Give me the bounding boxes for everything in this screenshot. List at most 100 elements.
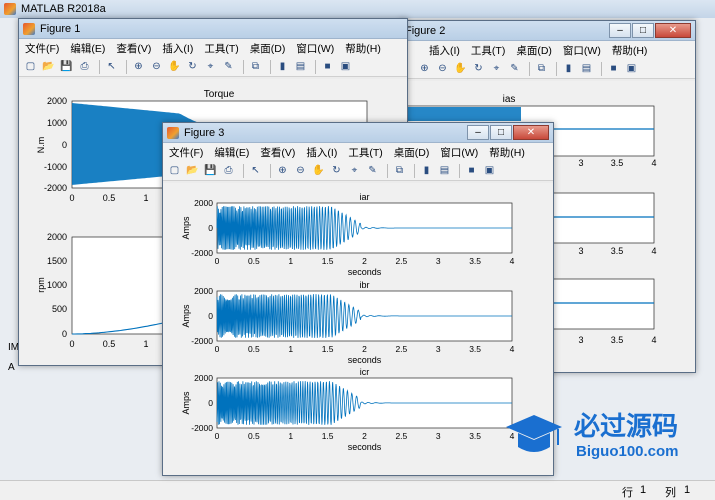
zoom-out-icon[interactable]: ⊖: [293, 163, 308, 178]
edit-plot-icon[interactable]: ↖: [248, 163, 263, 178]
xtick: 0: [69, 193, 74, 203]
side-text-a: A: [8, 362, 15, 373]
watermark-text-cn: 必过源码: [574, 411, 678, 441]
row-value: 1: [640, 484, 647, 496]
ytick: 0: [208, 398, 213, 408]
hide-tools-icon[interactable]: ■: [320, 59, 335, 74]
menu-view[interactable]: 查看(V): [116, 41, 151, 56]
figure-1-toolbar: ▢ 📂 💾 ⎙ ↖ ⊕ ⊖ ✋ ↻ ⌖ ✎ ⧉ ▮ ▤ ■ ▣: [19, 57, 407, 77]
show-tools-icon[interactable]: ▣: [338, 59, 353, 74]
hide-tools-icon[interactable]: ■: [606, 61, 621, 76]
colorbar-icon[interactable]: ▮: [419, 163, 434, 178]
link-plot-icon[interactable]: ⧉: [248, 59, 263, 74]
menu-insert[interactable]: 插入(I): [306, 145, 337, 160]
brush-icon[interactable]: ✎: [365, 163, 380, 178]
minimize-button[interactable]: ‒: [467, 125, 489, 140]
zoom-in-icon[interactable]: ⊕: [275, 163, 290, 178]
colorbar-icon[interactable]: ▮: [275, 59, 290, 74]
open-icon[interactable]: 📂: [185, 163, 200, 178]
menu-tools[interactable]: 工具(T): [471, 43, 505, 58]
pan-icon[interactable]: ✋: [311, 163, 326, 178]
xtick: 3: [578, 246, 583, 256]
menu-insert[interactable]: 插入(I): [162, 41, 193, 56]
figure-icon: [167, 126, 179, 139]
save-icon[interactable]: 💾: [203, 163, 218, 178]
figure-1-titlebar[interactable]: Figure 1: [19, 19, 407, 39]
xlabel: seconds: [348, 267, 382, 277]
menu-file[interactable]: 文件(F): [169, 145, 203, 160]
zoom-out-icon[interactable]: ⊖: [435, 61, 450, 76]
data-cursor-icon[interactable]: ⌖: [203, 59, 218, 74]
menu-view[interactable]: 查看(V): [260, 145, 295, 160]
link-plot-icon[interactable]: ⧉: [392, 163, 407, 178]
menu-help[interactable]: 帮助(H): [612, 43, 648, 58]
menu-insert[interactable]: 插入(I): [429, 43, 460, 58]
print-icon[interactable]: ⎙: [77, 59, 92, 74]
xtick: 3: [436, 431, 441, 441]
menu-file[interactable]: 文件(F): [25, 41, 59, 56]
menu-edit[interactable]: 编辑(E): [70, 41, 105, 56]
figure-2-titlebar[interactable]: Figure 2 ‒ □ ✕: [401, 21, 695, 41]
maximize-button[interactable]: □: [632, 23, 654, 38]
menu-window[interactable]: 窗口(W): [563, 43, 601, 58]
menu-desktop[interactable]: 桌面(D): [250, 41, 286, 56]
xtick: 3.5: [469, 256, 481, 266]
new-figure-icon[interactable]: ▢: [23, 59, 38, 74]
legend-icon[interactable]: ▤: [579, 61, 594, 76]
figure-3-toolbar: ▢ 📂 💾 ⎙ ↖ ⊕ ⊖ ✋ ↻ ⌖ ✎ ⧉ ▮ ▤ ■ ▣: [163, 161, 553, 181]
menu-help[interactable]: 帮助(H): [345, 41, 381, 56]
print-icon[interactable]: ⎙: [221, 163, 236, 178]
menu-desktop[interactable]: 桌面(D): [516, 43, 552, 58]
figure-3-plot-area: iar 2000 0 -2000 Amps 0 0.5 1 1.5 2 2.5 3 3.5 4 second…: [163, 183, 553, 475]
xtick: 3: [436, 344, 441, 354]
colorbar-icon[interactable]: ▮: [561, 61, 576, 76]
open-icon[interactable]: 📂: [41, 59, 56, 74]
legend-icon[interactable]: ▤: [293, 59, 308, 74]
link-plot-icon[interactable]: ⧉: [534, 61, 549, 76]
pan-icon[interactable]: ✋: [453, 61, 468, 76]
rotate-icon[interactable]: ↻: [185, 59, 200, 74]
close-button[interactable]: ✕: [655, 23, 691, 38]
figure-3-window[interactable]: Figure 3 ‒ □ ✕ 文件(F) 编辑(E) 查看(V) 插入(I) 工…: [162, 122, 554, 476]
edit-plot-icon[interactable]: ↖: [104, 59, 119, 74]
new-figure-icon[interactable]: ▢: [167, 163, 182, 178]
zoom-in-icon[interactable]: ⊕: [417, 61, 432, 76]
zoom-out-icon[interactable]: ⊖: [149, 59, 164, 74]
menu-desktop[interactable]: 桌面(D): [394, 145, 430, 160]
data-cursor-icon[interactable]: ⌖: [347, 163, 362, 178]
brush-icon[interactable]: ✎: [221, 59, 236, 74]
pan-icon[interactable]: ✋: [167, 59, 182, 74]
ytick: -2000: [191, 248, 213, 258]
hide-tools-icon[interactable]: ■: [464, 163, 479, 178]
menu-window[interactable]: 窗口(W): [440, 145, 478, 160]
rotate-icon[interactable]: ↻: [329, 163, 344, 178]
menu-edit[interactable]: 编辑(E): [214, 145, 249, 160]
ylabel: Amps: [181, 216, 191, 240]
brush-icon[interactable]: ✎: [507, 61, 522, 76]
zoom-in-icon[interactable]: ⊕: [131, 59, 146, 74]
ytick: 0: [62, 140, 67, 150]
save-icon[interactable]: 💾: [59, 59, 74, 74]
ylabel: N.m: [36, 137, 46, 154]
ytick: 1000: [47, 118, 67, 128]
menu-window[interactable]: 窗口(W): [296, 41, 334, 56]
xlabel: seconds: [348, 442, 382, 452]
menu-tools[interactable]: 工具(T): [348, 145, 382, 160]
menu-help[interactable]: 帮助(H): [489, 145, 525, 160]
close-button[interactable]: ✕: [513, 125, 549, 140]
xtick: 0: [215, 256, 220, 266]
show-tools-icon[interactable]: ▣: [624, 61, 639, 76]
xtick: 1: [288, 344, 293, 354]
ytick: -1000: [44, 162, 67, 172]
xtick: 2.5: [395, 256, 407, 266]
rotate-icon[interactable]: ↻: [471, 61, 486, 76]
data-cursor-icon[interactable]: ⌖: [489, 61, 504, 76]
legend-icon[interactable]: ▤: [437, 163, 452, 178]
menu-tools[interactable]: 工具(T): [204, 41, 238, 56]
col-value: 1: [684, 484, 691, 496]
minimize-button[interactable]: ‒: [609, 23, 631, 38]
show-tools-icon[interactable]: ▣: [482, 163, 497, 178]
maximize-button[interactable]: □: [490, 125, 512, 140]
figure-3-titlebar[interactable]: Figure 3 ‒ □ ✕: [163, 123, 553, 143]
ytick: 2000: [194, 286, 213, 296]
